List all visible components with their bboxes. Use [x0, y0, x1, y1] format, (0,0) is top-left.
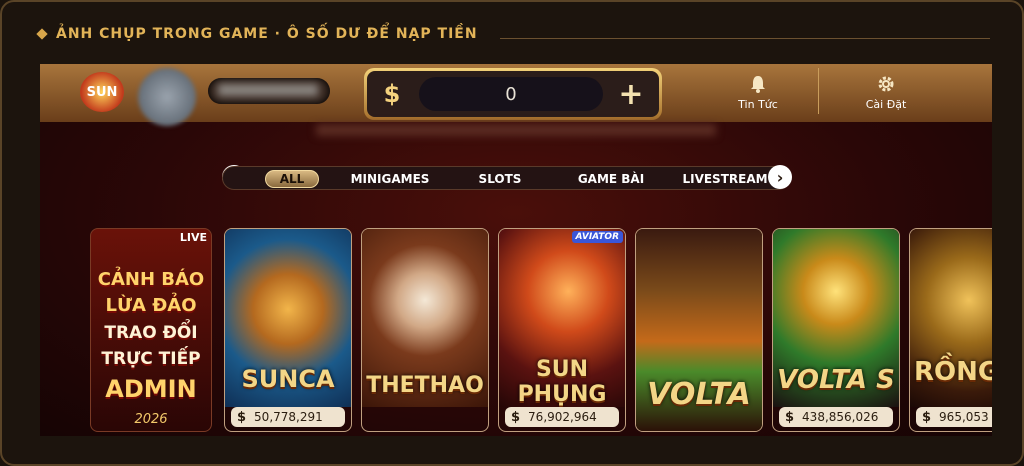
tab-all[interactable]: ALL	[265, 170, 319, 188]
jackpot-amount: $ 965,053	[916, 407, 992, 427]
jackpot-value: 50,778,291	[254, 410, 323, 424]
bell-icon	[751, 75, 765, 93]
caption-divider	[500, 38, 990, 39]
settings-button[interactable]: Cài Đặt	[834, 70, 938, 114]
game-screen: SUN $ 0 + Tin Tức Cài Đặt ALL MINIGAMES …	[40, 64, 992, 436]
currency-symbol: $	[511, 409, 521, 425]
game-card-volta[interactable]: VOLTA	[635, 228, 763, 432]
game-title: RỒNG	[914, 357, 992, 387]
jackpot-amount: $ 438,856,026	[779, 407, 893, 427]
tab-minigames[interactable]: MINIGAMES	[339, 170, 441, 188]
tab-game-bai[interactable]: GAME BÀI	[559, 170, 663, 188]
jackpot-value: 438,856,026	[802, 410, 879, 424]
jackpot-value: 965,053	[939, 410, 989, 424]
tab-livestream[interactable]: LIVESTREAM	[669, 170, 781, 188]
warning-year: 2026	[134, 412, 168, 427]
game-title: VOLTA S	[777, 365, 895, 395]
news-button[interactable]: Tin Tức	[706, 70, 810, 114]
currency-symbol: $	[922, 409, 932, 425]
game-title: SUNCA	[241, 365, 335, 393]
game-title: VOLTA	[647, 377, 751, 412]
caption: ẢNH CHỤP TRONG GAME · Ô SỐ DƯ ĐỂ NẠP TIỀ…	[36, 26, 478, 42]
game-card-sun-phung[interactable]: AVIATOR SUN PHỤNG $ 76,902,964	[498, 228, 626, 432]
game-card-thethao[interactable]: THETHAO	[361, 228, 489, 432]
header-divider	[818, 68, 819, 114]
username-blurred	[218, 84, 318, 96]
balance-value[interactable]: 0	[419, 77, 603, 111]
avatar[interactable]	[138, 68, 196, 126]
screenshot-frame: ẢNH CHỤP TRONG GAME · Ô SỐ DƯ ĐỂ NẠP TIỀ…	[0, 0, 1024, 466]
tabs-next-arrow[interactable]: ›	[768, 165, 792, 189]
game-title: SUN PHỤNG	[517, 357, 607, 407]
category-tabs: ALL MINIGAMES SLOTS GAME BÀI LIVESTREAM	[222, 166, 790, 190]
deposit-plus-button[interactable]: +	[613, 77, 649, 112]
tab-slots[interactable]: SLOTS	[461, 170, 539, 188]
diamond-icon	[36, 28, 48, 40]
warning-line: TRỰC TIẾP	[101, 349, 201, 369]
balance-box: $ 0 +	[364, 68, 662, 120]
currency-symbol: $	[237, 409, 247, 425]
warning-line: LỪA ĐẢO	[105, 295, 197, 316]
live-badge: LIVE	[179, 231, 207, 244]
gear-icon	[878, 76, 894, 91]
game-card-sunca[interactable]: SUNCA $ 50,778,291	[224, 228, 352, 432]
jackpot-amount: $ 76,902,964	[505, 407, 619, 427]
game-card-volta-s[interactable]: VOLTA S $ 438,856,026	[772, 228, 900, 432]
blurred-info	[316, 124, 716, 136]
scam-warning-card[interactable]: LIVE CẢNH BÁO LỪA ĐẢO TRAO ĐỔI TRỰC TIẾP…	[90, 228, 212, 432]
game-card-rong[interactable]: RỒNG $ 965,053	[909, 228, 992, 432]
game-title: THETHAO	[366, 373, 484, 398]
jackpot-amount: $ 50,778,291	[231, 407, 345, 427]
dollar-icon: $	[383, 80, 401, 108]
sun-logo: SUN	[80, 72, 124, 112]
jackpot-value: 76,902,964	[528, 410, 597, 424]
warning-line: TRAO ĐỔI	[104, 323, 198, 343]
warning-line: CẢNH BÁO	[97, 269, 205, 290]
caption-text: ẢNH CHỤP TRONG GAME · Ô SỐ DƯ ĐỂ NẠP TIỀ…	[56, 26, 478, 42]
warning-line: ADMIN	[105, 375, 197, 403]
news-label: Tin Tức	[738, 97, 778, 111]
aviator-badge: AVIATOR	[571, 231, 623, 243]
currency-symbol: $	[785, 409, 795, 425]
settings-label: Cài Đặt	[865, 97, 907, 111]
